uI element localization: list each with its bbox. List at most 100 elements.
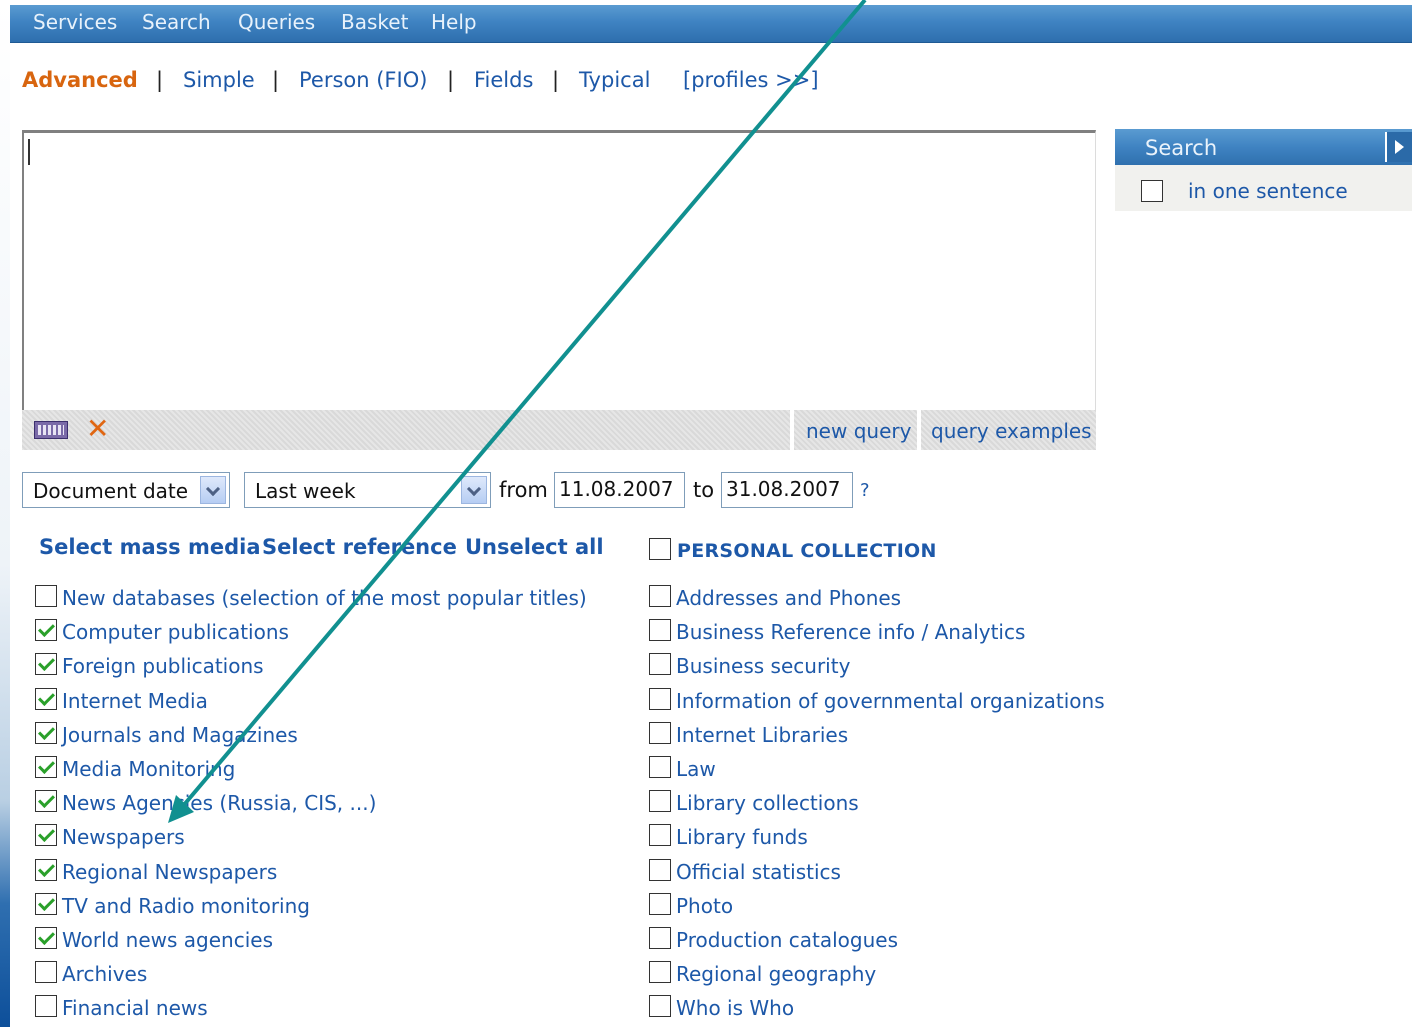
tab-separator: |	[552, 68, 560, 92]
source-label[interactable]: Business security	[676, 654, 850, 678]
source-label[interactable]: News Agencies (Russia, CIS, ...)	[62, 791, 376, 815]
tab-advanced[interactable]: Advanced	[22, 68, 138, 92]
source-checkbox[interactable]	[35, 961, 57, 983]
source-checkbox[interactable]	[649, 688, 671, 710]
menu-help[interactable]: Help	[431, 10, 477, 34]
source-checkbox[interactable]	[35, 824, 57, 846]
source-checkbox[interactable]	[649, 824, 671, 846]
source-checkbox[interactable]	[649, 722, 671, 744]
menu-search[interactable]: Search	[142, 10, 211, 34]
query-examples-link[interactable]: query examples	[931, 419, 1092, 443]
menu-bar: Services Search Queries Basket Help	[10, 5, 1412, 43]
date-type-select[interactable]: Document date	[22, 472, 230, 508]
source-label[interactable]: New databases (selection of the most pop…	[62, 586, 587, 610]
source-checkbox[interactable]	[649, 619, 671, 641]
source-label[interactable]: Official statistics	[676, 860, 841, 884]
period-value: Last week	[255, 479, 356, 503]
menu-services[interactable]: Services	[33, 10, 117, 34]
source-label[interactable]: Financial news	[62, 996, 208, 1020]
source-checkbox[interactable]	[649, 756, 671, 778]
source-checkbox[interactable]	[35, 893, 57, 915]
source-checkbox[interactable]	[35, 585, 57, 607]
select-mass-media-link[interactable]: Select mass media	[39, 535, 261, 559]
source-checkbox[interactable]	[35, 790, 57, 812]
source-checkbox[interactable]	[35, 995, 57, 1017]
source-checkbox[interactable]	[35, 619, 57, 641]
in-one-sentence-checkbox[interactable]	[1141, 180, 1163, 202]
source-checkbox[interactable]	[35, 859, 57, 881]
source-label[interactable]: Journals and Magazines	[62, 723, 298, 747]
keyboard-icon[interactable]	[34, 421, 68, 439]
source-label[interactable]: Law	[676, 757, 716, 781]
from-label: from	[499, 478, 548, 502]
query-textarea[interactable]	[22, 130, 1096, 410]
source-label[interactable]: Regional Newspapers	[62, 860, 277, 884]
source-checkbox[interactable]	[35, 927, 57, 949]
source-label[interactable]: Library collections	[676, 791, 859, 815]
source-checkbox[interactable]	[35, 756, 57, 778]
source-label[interactable]: TV and Radio monitoring	[62, 894, 310, 918]
tab-separator: |	[447, 68, 455, 92]
search-button[interactable]: Search	[1115, 129, 1412, 165]
in-one-sentence-label: in one sentence	[1188, 179, 1348, 203]
source-label[interactable]: Information of governmental organization…	[676, 689, 1105, 713]
to-date-input[interactable]: 31.08.2007	[721, 472, 853, 508]
tab-typical[interactable]: Typical	[579, 68, 650, 92]
to-label: to	[693, 478, 715, 502]
source-checkbox[interactable]	[649, 859, 671, 881]
source-label[interactable]: Regional geography	[676, 962, 876, 986]
tab-fields[interactable]: Fields	[474, 68, 533, 92]
period-select[interactable]: Last week	[244, 472, 491, 508]
source-checkbox[interactable]	[649, 927, 671, 949]
personal-collection-label: PERSONAL COLLECTION	[677, 540, 937, 562]
source-label[interactable]: Internet Media	[62, 689, 208, 713]
search-panel: Search in one sentence	[1115, 129, 1412, 211]
source-checkbox[interactable]	[35, 688, 57, 710]
select-reference-link[interactable]: Select reference	[262, 535, 457, 559]
source-label[interactable]: Addresses and Phones	[676, 586, 901, 610]
tab-simple[interactable]: Simple	[183, 68, 255, 92]
source-checkbox[interactable]	[649, 790, 671, 812]
source-label[interactable]: Internet Libraries	[676, 723, 848, 747]
date-help-link[interactable]: ?	[860, 480, 870, 501]
tab-profiles[interactable]: [profiles >>]	[683, 68, 819, 92]
source-checkbox[interactable]	[649, 893, 671, 915]
source-checkbox[interactable]	[35, 653, 57, 675]
date-type-value: Document date	[33, 479, 189, 503]
query-toolbar: ✕ new query query examples	[22, 410, 1096, 450]
source-label[interactable]: Who is Who	[676, 996, 794, 1020]
personal-collection-checkbox[interactable]	[649, 538, 671, 560]
source-checkbox[interactable]	[649, 653, 671, 675]
close-icon[interactable]: ✕	[86, 413, 109, 445]
source-label[interactable]: Business Reference info / Analytics	[676, 620, 1025, 644]
from-date-input[interactable]: 11.08.2007	[554, 472, 685, 508]
tab-separator: |	[156, 68, 164, 92]
page: Services Search Queries Basket Help Adva…	[0, 0, 1412, 1027]
source-label[interactable]: Archives	[62, 962, 147, 986]
left-edge-decoration	[0, 0, 10, 1027]
source-checkbox[interactable]	[649, 585, 671, 607]
text-caret	[28, 139, 30, 165]
menu-basket[interactable]: Basket	[341, 10, 408, 34]
source-label[interactable]: Library funds	[676, 825, 808, 849]
source-checkbox[interactable]	[35, 722, 57, 744]
source-label[interactable]: Foreign publications	[62, 654, 264, 678]
menu-queries[interactable]: Queries	[238, 10, 315, 34]
unselect-all-link[interactable]: Unselect all	[465, 535, 604, 559]
source-label[interactable]: World news agencies	[62, 928, 273, 952]
search-button-label: Search	[1145, 136, 1218, 160]
source-checkbox[interactable]	[649, 961, 671, 983]
source-checkbox[interactable]	[649, 995, 671, 1017]
chevron-down-icon[interactable]	[200, 476, 226, 504]
source-label[interactable]: Photo	[676, 894, 733, 918]
arrow-right-icon[interactable]	[1385, 132, 1412, 162]
source-label[interactable]: Production catalogues	[676, 928, 898, 952]
chevron-down-icon[interactable]	[461, 476, 487, 504]
new-query-link[interactable]: new query	[806, 419, 911, 443]
source-label[interactable]: Computer publications	[62, 620, 289, 644]
toolbar-divider	[790, 410, 794, 450]
source-label[interactable]: Media Monitoring	[62, 757, 235, 781]
tab-person[interactable]: Person (FIO)	[299, 68, 427, 92]
source-label[interactable]: Newspapers	[62, 825, 185, 849]
tab-separator: |	[272, 68, 280, 92]
